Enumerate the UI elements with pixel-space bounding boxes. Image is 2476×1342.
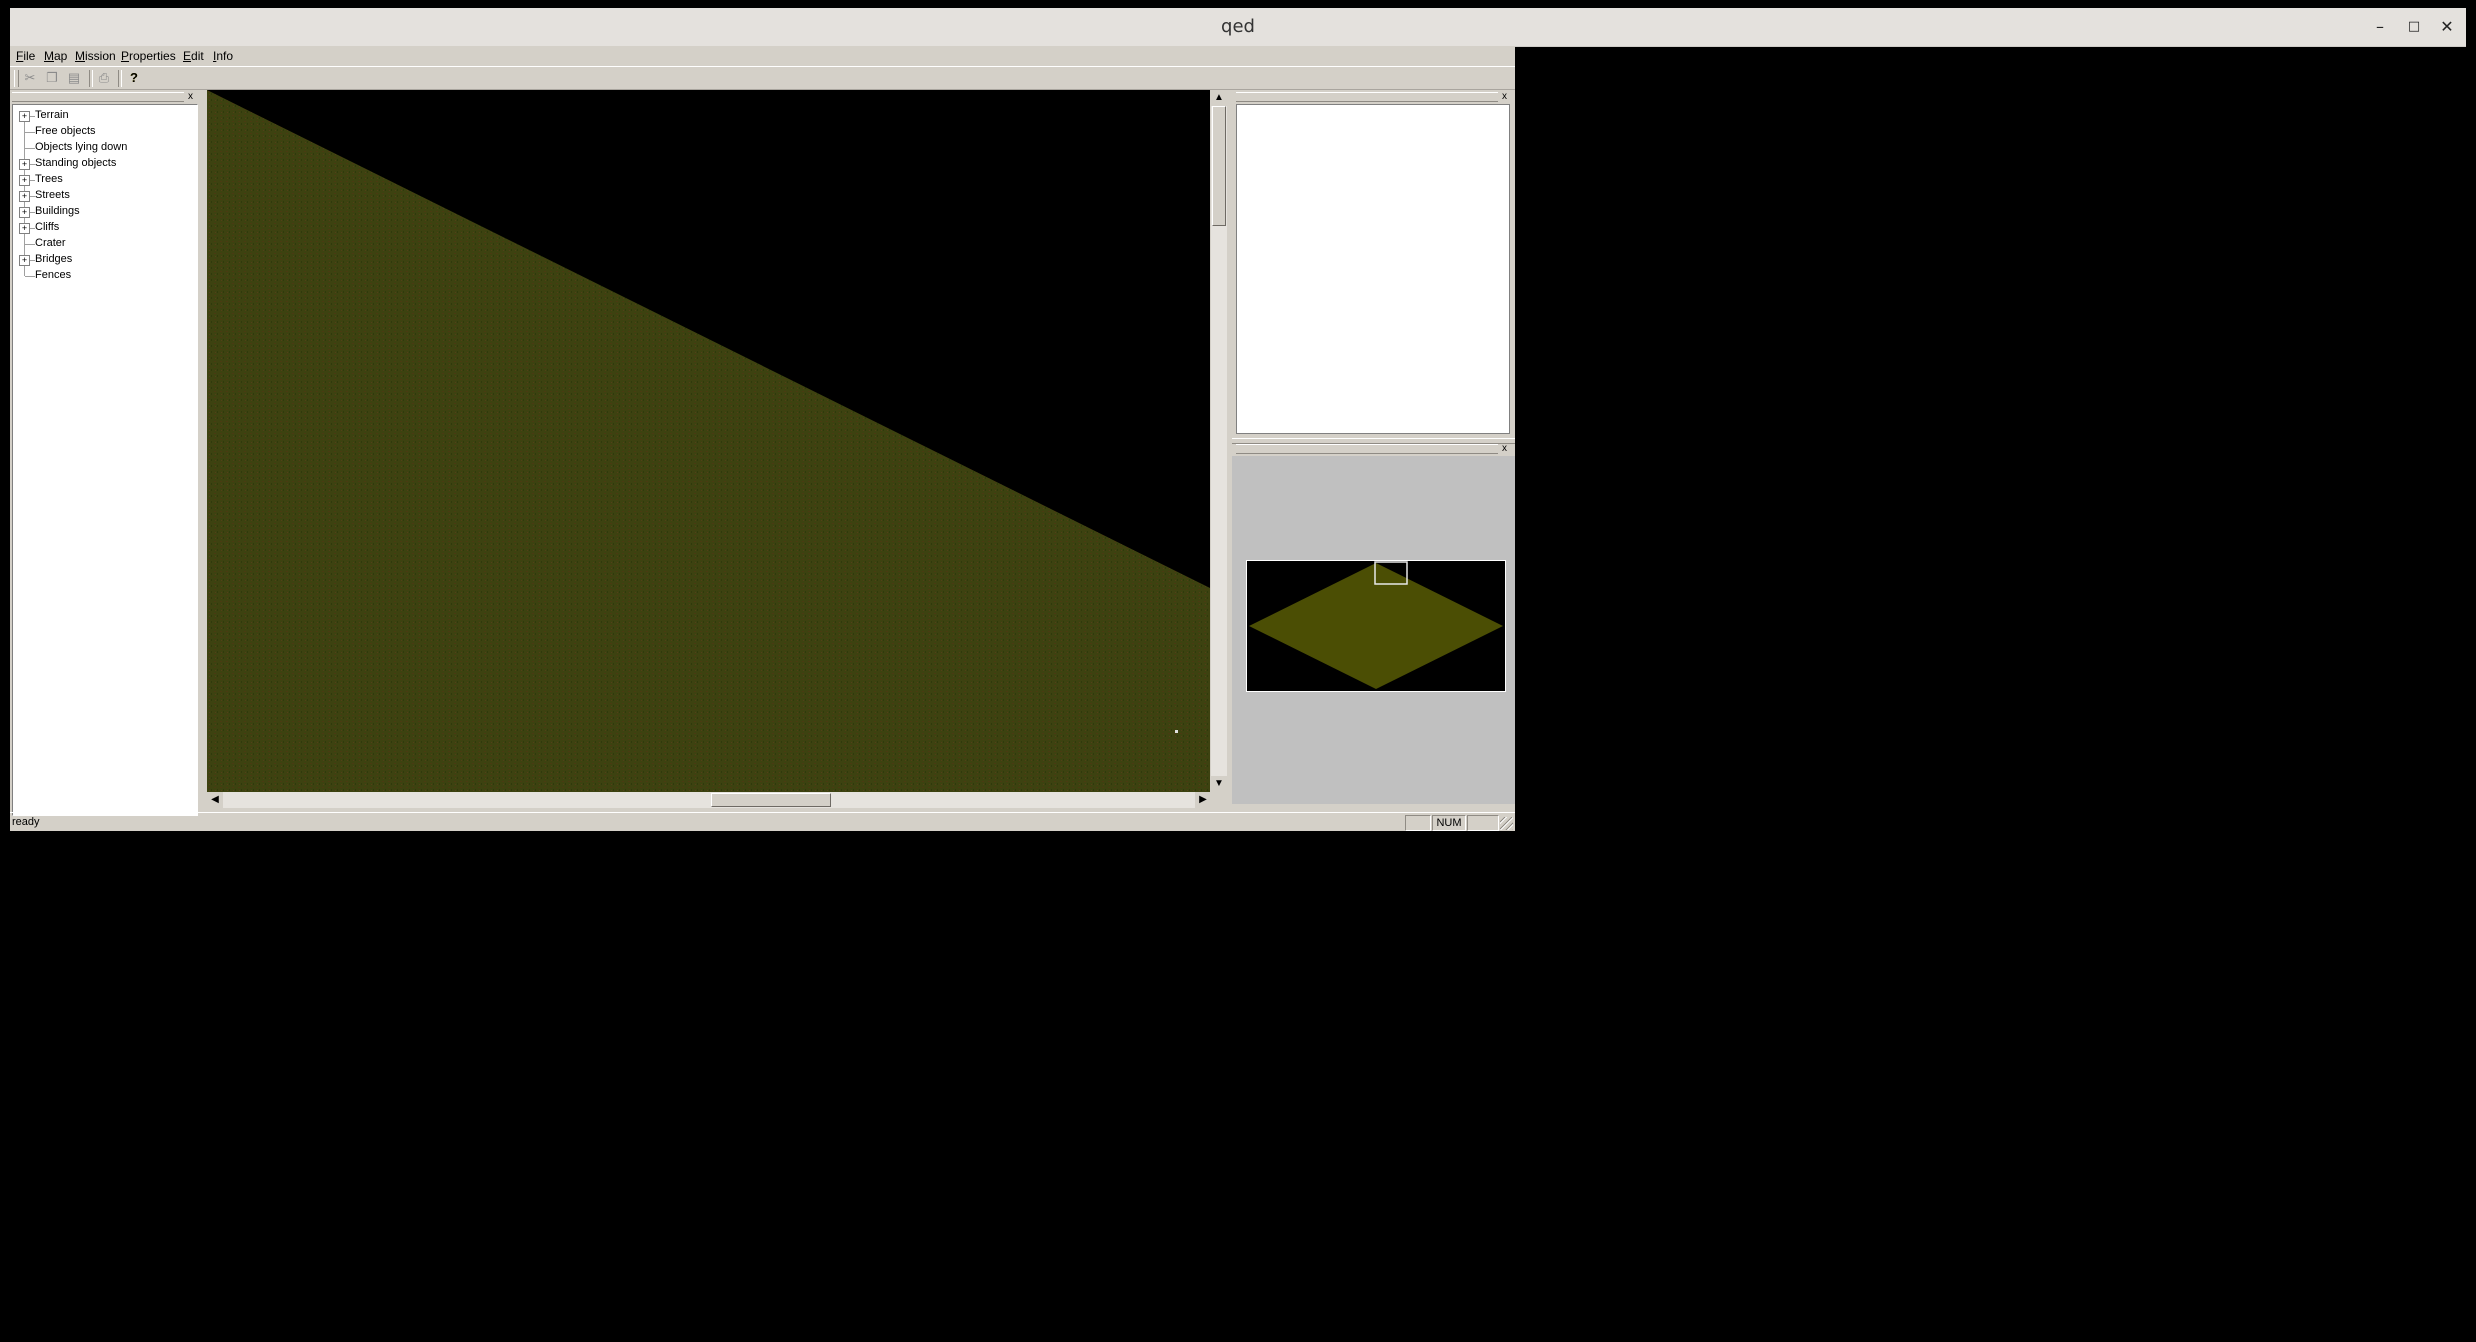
tree-item-bridges[interactable]: Bridges	[35, 253, 72, 265]
toolbar-separator	[118, 70, 122, 87]
expand-plus-icon[interactable]: +	[19, 159, 30, 170]
title-bar[interactable]: qed – □ ✕	[10, 8, 2466, 47]
editor-frame: File Map Mission Properties Edit Info ✂ …	[10, 46, 1515, 831]
expand-plus-icon[interactable]: +	[19, 111, 30, 122]
terrain-area[interactable]	[207, 90, 1210, 792]
map-viewport[interactable]	[207, 90, 1210, 792]
expand-plus-icon[interactable]: +	[19, 175, 30, 186]
tree-item-objects-lying-down[interactable]: Objects lying down	[35, 141, 127, 153]
tree-item-trees[interactable]: Trees	[35, 173, 63, 185]
expand-plus-icon[interactable]: +	[19, 207, 30, 218]
panel-grip[interactable]	[1236, 444, 1498, 454]
tree-connector-branch	[25, 148, 35, 149]
object-tree[interactable]: + Terrain Free objects Objects lying down + S…	[12, 104, 198, 816]
horizontal-scrollbar[interactable]: ◀ ▶	[207, 792, 1211, 808]
resize-grip-icon[interactable]	[1500, 817, 1513, 830]
menu-map[interactable]: Map	[44, 49, 67, 63]
minimap-panel	[1232, 456, 1515, 804]
expand-plus-icon[interactable]: +	[19, 223, 30, 234]
num-lock-indicator: NUM	[1432, 815, 1466, 831]
minimap[interactable]	[1246, 560, 1506, 692]
paste-icon[interactable]: ▤	[64, 70, 84, 86]
application-window: qed – □ ✕ File Map Mission Properties Ed…	[10, 8, 2466, 1334]
tree-connector-branch	[25, 244, 35, 245]
tree-item-streets[interactable]: Streets	[35, 189, 70, 201]
close-icon[interactable]: x	[188, 92, 193, 102]
scroll-right-icon[interactable]: ▶	[1195, 792, 1211, 808]
cursor-dot	[1175, 730, 1178, 733]
menu-bar: File Map Mission Properties Edit Info	[10, 46, 1515, 66]
menu-properties[interactable]: Properties	[121, 49, 176, 63]
panel-grip[interactable]	[1236, 92, 1498, 102]
toolbar-grip[interactable]	[14, 70, 19, 87]
tree-item-fences[interactable]: Fences	[35, 269, 71, 281]
tree-item-buildings[interactable]: Buildings	[35, 205, 80, 217]
minimize-button[interactable]: –	[2366, 14, 2394, 40]
tree-item-cliffs[interactable]: Cliffs	[35, 221, 59, 233]
copy-icon[interactable]: ❐	[42, 70, 62, 86]
tree-item-free-objects[interactable]: Free objects	[35, 125, 96, 137]
status-message: ready	[12, 816, 40, 828]
vertical-scrollbar[interactable]: ▲ ▼	[1211, 90, 1227, 792]
tree-connector-branch	[25, 132, 35, 133]
scissors-icon[interactable]: ✂	[20, 70, 40, 86]
toolbar: ✂ ❐ ▤ ⎙ ?	[10, 66, 1515, 90]
scroll-left-icon[interactable]: ◀	[207, 792, 223, 808]
status-cell-scroll	[1467, 815, 1499, 831]
menu-info[interactable]: Info	[213, 49, 233, 63]
minimap-terrain	[1249, 563, 1503, 689]
menu-file[interactable]: File	[16, 49, 35, 63]
right-dock: x x	[1232, 90, 1515, 818]
tree-item-crater[interactable]: Crater	[35, 237, 66, 249]
expand-plus-icon[interactable]: +	[19, 191, 30, 202]
print-icon[interactable]: ⎙	[94, 70, 114, 86]
maximize-button[interactable]: □	[2400, 14, 2428, 40]
terrain-canvas[interactable]	[207, 90, 1210, 792]
close-button[interactable]: ✕	[2433, 14, 2461, 40]
expand-plus-icon[interactable]: +	[19, 255, 30, 266]
help-icon[interactable]: ?	[124, 70, 144, 86]
properties-view[interactable]	[1236, 104, 1510, 434]
status-bar: ready NUM	[10, 812, 1515, 832]
close-icon[interactable]: x	[1502, 444, 1507, 454]
window-title: qed	[1221, 16, 1255, 37]
horizontal-scroll-thumb[interactable]	[711, 793, 831, 807]
toolbar-separator	[89, 70, 93, 87]
close-icon[interactable]: x	[1502, 92, 1507, 102]
tree-connector-branch	[25, 276, 35, 277]
scroll-down-icon[interactable]: ▼	[1211, 776, 1227, 792]
panel-grip[interactable]	[12, 92, 184, 102]
tree-item-terrain[interactable]: Terrain	[35, 109, 69, 121]
object-tree-panel: x + Terrain Free objects Objects lying down…	[10, 90, 201, 818]
vertical-scroll-thumb[interactable]	[1212, 106, 1226, 226]
menu-mission[interactable]: Mission	[75, 49, 116, 63]
status-cell-caps	[1405, 815, 1431, 831]
tree-item-standing-objects[interactable]: Standing objects	[35, 157, 116, 169]
scroll-up-icon[interactable]: ▲	[1211, 90, 1227, 106]
menu-edit[interactable]: Edit	[183, 49, 204, 63]
